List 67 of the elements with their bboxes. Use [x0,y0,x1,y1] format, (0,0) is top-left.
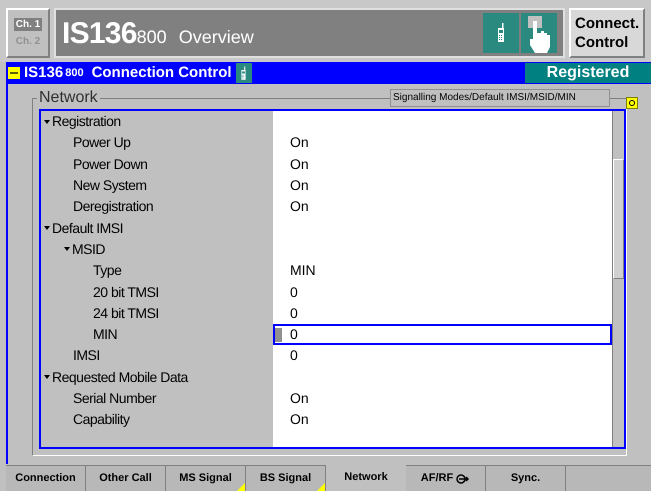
scrollbar-thumb[interactable] [613,159,624,279]
value-cell[interactable]: On [273,409,612,430]
expand-arrow-icon[interactable] [63,246,71,252]
cursor-icon [275,328,282,342]
value-cell[interactable]: MIN [273,260,612,282]
setting-value: On [290,154,309,174]
setting-label[interactable]: Power Up [73,132,130,154]
value-cell[interactable]: 0 [273,302,612,324]
setting-label[interactable]: Deregistration [73,196,154,218]
value-cell[interactable]: On [273,154,612,175]
setting-value: On [290,410,309,430]
value-cell[interactable] [273,111,612,132]
status-label: Registered [525,63,651,83]
scrollbar[interactable] [612,111,624,447]
setting-value: On [290,176,309,196]
expand-arrow-icon[interactable] [43,118,51,125]
setting-value: 0 [290,346,298,366]
phone-icon [240,66,248,80]
setting-value: On [290,389,309,408]
tab[interactable]: MS Signal [166,465,246,491]
setting-value: On [290,197,309,216]
refresh-icon [626,97,638,109]
phone-button[interactable] [483,13,519,53]
title-text: IS136 [24,62,64,83]
setting-label[interactable]: Registration [52,111,121,132]
setting-value: On [290,133,309,152]
setting-label[interactable]: Requested Mobile Data [52,366,188,388]
value-cell[interactable]: 0 [273,281,612,303]
connect-control-button[interactable]: Connect. Control [569,8,645,58]
header-subtitle: Overview [178,26,255,48]
tab[interactable]: Sync. [486,465,566,491]
setting-label[interactable]: 24 bit TMSI [93,302,159,324]
path-label: Signalling Modes/Default IMSI/MSID/MIN [390,89,610,107]
setting-label[interactable]: Type [93,260,122,282]
setting-value: 0 [290,304,298,323]
setting-label[interactable]: New System [73,175,147,196]
setting-value: 0 [290,325,298,344]
setting-label[interactable]: MIN [93,324,118,346]
value-cell[interactable]: 0 [273,324,612,346]
value-cell[interactable]: On [273,388,612,410]
channel-button[interactable]: Ch. 1 [14,18,42,31]
setting-label[interactable]: Power Down [73,154,148,175]
plug-icon [456,474,470,484]
tab[interactable]: Connection [6,465,86,491]
value-cell[interactable]: On [273,132,612,154]
header-title: IS136 [62,16,137,52]
title-subtitle: Connection Control [92,62,232,83]
value-cell[interactable]: 0 [273,345,612,367]
tab[interactable]: BS Signal [246,465,326,491]
setting-label[interactable]: Default IMSI [52,218,124,239]
tab[interactable]: AF/RF [406,465,486,491]
expand-arrow-icon[interactable] [43,374,51,380]
value-cell[interactable]: On [273,174,612,196]
setting-label[interactable]: MSID [72,238,105,260]
header-title-suffix: 800 [136,26,167,48]
hand-pointer-icon[interactable] [521,13,557,53]
setting-value: 0 [290,282,298,302]
setting-label[interactable]: Capability [73,409,130,430]
tab[interactable]: Other Call [86,465,166,491]
setting-value: MIN [290,261,316,280]
expand-arrow-icon[interactable] [43,225,51,232]
minimize-icon [8,67,20,79]
setting-label[interactable]: Serial Number [73,388,156,409]
setting-label[interactable]: 20 bit TMSI [93,282,159,303]
title-suffix: 800 [65,66,84,81]
value-cell[interactable]: On [273,196,612,218]
setting-label[interactable]: IMSI [73,345,100,366]
